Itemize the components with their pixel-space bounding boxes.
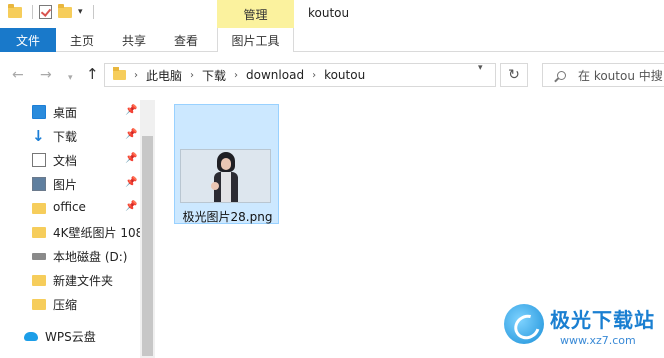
document-icon bbox=[32, 153, 46, 167]
sidebar-item-label: 文档 bbox=[53, 154, 78, 168]
sidebar-item-label: 本地磁盘 (D:) bbox=[53, 250, 128, 264]
pin-icon[interactable]: 📌 bbox=[125, 153, 137, 164]
folder-icon bbox=[32, 227, 46, 238]
thumbnail-face bbox=[221, 158, 231, 170]
sidebar-item-label: WPS云盘 bbox=[45, 330, 96, 344]
breadcrumb-koutou[interactable]: koutou bbox=[324, 68, 365, 82]
arrow-left-icon[interactable]: ← bbox=[12, 68, 24, 82]
search-icon bbox=[557, 70, 566, 80]
tab-share[interactable]: 共享 bbox=[112, 28, 156, 52]
address-dropdown-icon[interactable]: ▾ bbox=[478, 63, 483, 73]
sidebar-item-wps-cloud[interactable]: WPS云盘 bbox=[0, 324, 140, 348]
thumbnail-figure bbox=[211, 152, 241, 202]
file-item[interactable]: 极光图片28.png bbox=[174, 104, 279, 224]
sidebar-scrollbar-thumb[interactable] bbox=[142, 136, 153, 356]
pin-icon[interactable]: 📌 bbox=[125, 105, 137, 116]
search-input[interactable]: 在 koutou 中搜 bbox=[542, 63, 664, 87]
sidebar-item-compress[interactable]: 压缩 bbox=[0, 292, 140, 316]
navigation-pane: 桌面 📌 ↓ 下载 📌 文档 📌 图片 📌 office 📌 4K壁纸图片 10… bbox=[0, 100, 155, 358]
sidebar-item-new-folder[interactable]: 新建文件夹 bbox=[0, 268, 140, 292]
sidebar-item-4k-wallpaper[interactable]: 4K壁纸图片 108 bbox=[0, 220, 140, 244]
tab-home[interactable]: 主页 bbox=[60, 28, 104, 52]
breadcrumb-this-pc[interactable]: 此电脑 bbox=[146, 67, 182, 84]
cloud-icon bbox=[24, 332, 38, 341]
refresh-icon: ↻ bbox=[508, 67, 520, 83]
sidebar-item-label: 桌面 bbox=[53, 106, 78, 120]
pictures-icon bbox=[32, 177, 46, 191]
window-title: koutou bbox=[308, 6, 350, 20]
thumbnail-hand bbox=[211, 182, 219, 190]
sidebar-item-label: 压缩 bbox=[53, 298, 78, 312]
download-icon: ↓ bbox=[32, 127, 45, 145]
sidebar-item-desktop[interactable]: 桌面 📌 bbox=[0, 100, 140, 124]
folder-icon bbox=[32, 275, 46, 286]
drive-icon bbox=[32, 253, 46, 260]
context-group-label: 管理 bbox=[243, 7, 268, 22]
search-placeholder: 在 koutou 中搜 bbox=[578, 68, 663, 83]
refresh-button[interactable]: ↻ bbox=[500, 63, 528, 87]
divider bbox=[92, 5, 94, 19]
properties-check-icon[interactable] bbox=[39, 5, 52, 19]
desktop-icon bbox=[32, 105, 46, 119]
sidebar-item-label: 图片 bbox=[53, 178, 78, 192]
arrow-up-icon[interactable]: ↑ bbox=[86, 67, 99, 82]
chevron-right-icon[interactable]: › bbox=[234, 70, 238, 81]
sidebar-item-label: 下载 bbox=[53, 130, 78, 144]
thumbnail-shirt bbox=[221, 172, 231, 202]
sidebar-item-office[interactable]: office 📌 bbox=[0, 196, 140, 220]
watermark: 极光下载站 www.xz7.com bbox=[500, 298, 664, 354]
file-name: 极光图片28.png bbox=[182, 210, 273, 224]
sidebar-item-downloads[interactable]: ↓ 下载 📌 bbox=[0, 124, 140, 148]
arrow-right-icon[interactable]: → bbox=[40, 68, 52, 82]
watermark-title: 极光下载站 bbox=[550, 308, 655, 332]
tab-view[interactable]: 查看 bbox=[164, 28, 208, 52]
sidebar-item-local-disk-d[interactable]: 本地磁盘 (D:) bbox=[0, 244, 140, 268]
sidebar-item-pictures[interactable]: 图片 📌 bbox=[0, 172, 140, 196]
divider bbox=[32, 5, 33, 19]
breadcrumb-downloads[interactable]: 下载 bbox=[202, 67, 226, 84]
chevron-down-icon[interactable]: ▾ bbox=[68, 71, 73, 85]
sidebar-item-documents[interactable]: 文档 📌 bbox=[0, 148, 140, 172]
folder-icon bbox=[32, 299, 46, 310]
customize-dropdown-icon[interactable]: ▾ bbox=[78, 7, 83, 17]
chevron-right-icon[interactable]: › bbox=[134, 70, 138, 81]
image-thumbnail bbox=[180, 149, 271, 203]
folder-icon[interactable] bbox=[8, 3, 22, 18]
pin-icon[interactable]: 📌 bbox=[125, 201, 137, 212]
tab-file[interactable]: 文件 bbox=[0, 28, 56, 52]
address-bar[interactable]: › 此电脑 › 下载 › download › koutou bbox=[104, 63, 496, 87]
chevron-right-icon[interactable]: › bbox=[190, 70, 194, 81]
folder-icon bbox=[32, 203, 46, 214]
watermark-url: www.xz7.com bbox=[560, 334, 636, 347]
folder-icon bbox=[113, 67, 126, 80]
quick-access-toolbar: ▾ bbox=[8, 3, 94, 19]
ribbon-tabs: 文件 主页 共享 查看 图片工具 bbox=[0, 28, 664, 53]
pin-icon[interactable]: 📌 bbox=[125, 129, 137, 140]
tab-picture-tools[interactable]: 图片工具 bbox=[217, 28, 294, 53]
pin-icon[interactable]: 📌 bbox=[125, 177, 137, 188]
logo-icon bbox=[504, 304, 544, 344]
sidebar-item-label: 新建文件夹 bbox=[53, 274, 114, 288]
title-bar: ▾ 管理 koutou bbox=[0, 0, 664, 28]
breadcrumb-download[interactable]: download bbox=[246, 68, 304, 82]
new-folder-icon[interactable] bbox=[58, 3, 72, 18]
context-tab-group-manage: 管理 bbox=[217, 0, 294, 28]
sidebar-item-label: office bbox=[53, 200, 86, 214]
chevron-right-icon[interactable]: › bbox=[312, 70, 316, 81]
sidebar-item-label: 4K壁纸图片 108 bbox=[53, 226, 140, 240]
